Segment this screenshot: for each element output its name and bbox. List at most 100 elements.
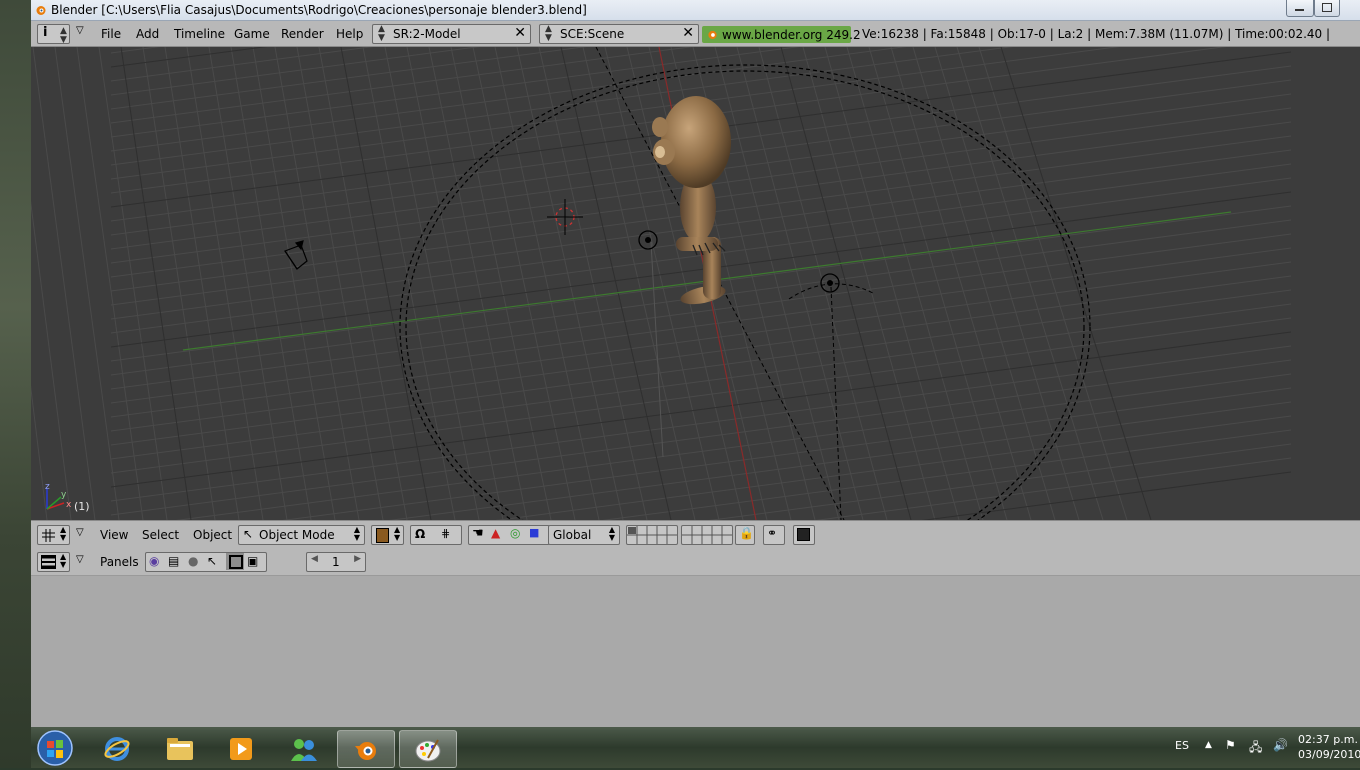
action-center-flag-icon[interactable]: ⚑ — [1225, 738, 1236, 752]
buttons-window-header: ▲ ▼ ▽ Panels ◉ ▤ ● ↖ ▣ ◀ 1 ▶ — [31, 548, 1360, 576]
object-context-icon[interactable]: ↖ — [207, 554, 217, 568]
translate-icon[interactable]: ▲ — [491, 526, 500, 540]
3d-view-header: ▲ ▼ ▽ View Select Object ↖ Object Mode ▲ ▼… — [31, 520, 1360, 549]
buttons-window[interactable] — [31, 576, 1360, 727]
screen-selector[interactable]: ▲ ▼ SR:2-Model ✕ — [372, 24, 531, 44]
updown-arrow-icon: ▲ ▼ — [378, 24, 385, 43]
menu-game[interactable]: Game — [234, 27, 270, 41]
internet-explorer-icon — [104, 737, 130, 761]
manipulator-group[interactable]: ☚ ▲ ◎ ■ — [468, 525, 550, 545]
lock-layer-button[interactable]: 🔒 — [735, 525, 755, 545]
menu-help[interactable]: Help — [336, 27, 363, 41]
taskbar-explorer[interactable] — [151, 730, 207, 766]
layers-icon — [627, 526, 677, 544]
link-scene-button[interactable]: ⚭ — [763, 525, 785, 545]
orientation-selector[interactable]: Global ▲ ▼ — [548, 525, 620, 545]
buttons-icon — [41, 555, 56, 569]
maximize-button[interactable] — [1314, 0, 1340, 17]
taskbar-media[interactable] — [213, 730, 269, 766]
close-scene-icon[interactable]: ✕ — [682, 25, 694, 41]
start-orb-icon[interactable] — [35, 729, 77, 767]
pivot-selector[interactable]: Ω ⋕ — [410, 525, 462, 545]
collapse-triangle-icon[interactable]: ▽ — [76, 25, 84, 36]
taskbar-ie[interactable] — [89, 730, 145, 766]
info-icon: i — [43, 25, 48, 40]
layer-buttons-2[interactable] — [681, 525, 733, 545]
menu-render[interactable]: Render — [281, 27, 324, 41]
language-indicator[interactable]: ES — [1175, 739, 1189, 752]
updown-arrow-icon: ▲ ▼ — [60, 525, 67, 542]
editor-type-selector[interactable]: i ▲ ▼ — [37, 24, 70, 45]
context-buttons[interactable]: ◉ ▤ ● ↖ ▣ — [145, 552, 267, 572]
hand-icon[interactable]: ☚ — [472, 526, 484, 541]
window-title: Blender [C:\Users\Flia Casajus\Documents… — [51, 3, 587, 17]
screen-name: SR:2-Model — [393, 27, 461, 41]
menu-view[interactable]: View — [100, 528, 128, 542]
blender-logo-icon — [355, 742, 376, 760]
menu-select[interactable]: Select — [142, 528, 179, 542]
script-icon[interactable]: ▤ — [168, 554, 179, 568]
menu-add[interactable]: Add — [136, 27, 159, 41]
editing-context-icon[interactable] — [226, 553, 244, 570]
network-icon[interactable]: 🖧 — [1249, 738, 1262, 759]
scene-stats: Ve:16238 | Fa:15848 | Ob:17-0 | La:2 | M… — [862, 27, 1331, 41]
render-image-icon — [797, 528, 810, 541]
snap-icon: ⋕ — [441, 527, 451, 540]
pivot-icon: Ω — [415, 527, 426, 541]
clock-time: 02:37 p.m. — [1298, 733, 1358, 746]
panels-label[interactable]: Panels — [100, 555, 139, 569]
blender-logo-icon — [708, 30, 717, 40]
rotate-icon[interactable]: ◎ — [510, 526, 520, 540]
editor-type-selector-3d[interactable]: ▲ ▼ — [37, 525, 70, 545]
blender-logo-icon — [36, 6, 46, 15]
updown-arrow-icon: ▲ ▼ — [545, 24, 552, 43]
editor-type-selector-buttons[interactable]: ▲ ▼ — [37, 552, 70, 572]
draw-type-selector[interactable]: ▲ ▼ — [371, 525, 404, 545]
media-player-icon — [230, 738, 252, 760]
lock-icon: 🔒 — [739, 526, 754, 540]
scene-name: SCE:Scene — [560, 27, 625, 41]
frame-number-field[interactable]: ◀ 1 ▶ — [306, 552, 366, 572]
decrement-arrow-icon[interactable]: ◀ — [311, 554, 318, 564]
menu-file[interactable]: File — [101, 27, 121, 41]
tray-expand-icon[interactable]: ▲ — [1205, 740, 1212, 750]
collapse-triangle-icon[interactable]: ▽ — [76, 527, 84, 538]
desktop-background-left — [0, 0, 31, 768]
taskbar-paint[interactable] — [399, 730, 457, 768]
updown-arrow-icon: ▲ ▼ — [394, 525, 401, 542]
scene-context-icon[interactable]: ▣ — [247, 554, 258, 568]
scene-selector[interactable]: ▲ ▼ SCE:Scene ✕ — [539, 24, 699, 44]
shading-context-icon[interactable]: ● — [188, 554, 198, 568]
grid-icon — [42, 529, 55, 542]
clock-date: 03/09/2010 — [1298, 748, 1360, 761]
axis-z-label: z — [45, 482, 50, 492]
close-screen-icon[interactable]: ✕ — [514, 25, 526, 41]
version-text: www.blender.org 249.2 — [722, 28, 861, 42]
folder-icon — [167, 738, 193, 760]
minimize-button[interactable] — [1286, 0, 1314, 17]
collapse-triangle-icon[interactable]: ▽ — [76, 554, 84, 565]
messenger-icon — [291, 739, 317, 761]
mode-label: Object Mode — [259, 528, 335, 542]
updown-arrow-icon: ▲ ▼ — [608, 525, 615, 542]
updown-arrow-icon: ▲ ▼ — [60, 552, 67, 569]
menu-timeline[interactable]: Timeline — [174, 27, 225, 41]
taskbar-messenger[interactable] — [275, 730, 331, 766]
increment-arrow-icon[interactable]: ▶ — [354, 554, 361, 564]
3d-viewport[interactable]: z x y (1) — [31, 47, 1360, 520]
axis-x-label: x — [66, 500, 72, 510]
volume-icon[interactable]: 🔊 — [1273, 738, 1288, 752]
taskbar: ES ▲ ⚑ 🖧 🔊 02:37 p.m. 03/09/2010 — [31, 727, 1360, 768]
render-preview-button[interactable] — [793, 525, 815, 545]
mode-selector[interactable]: ↖ Object Mode ▲ ▼ — [238, 525, 365, 545]
taskbar-blender[interactable] — [337, 730, 395, 768]
version-badge[interactable]: www.blender.org 249.2 — [702, 26, 861, 43]
logic-icon[interactable]: ◉ — [149, 554, 159, 568]
system-clock[interactable]: 02:37 p.m. 03/09/2010 — [1298, 732, 1360, 762]
window-titlebar[interactable]: Blender [C:\Users\Flia Casajus\Documents… — [31, 0, 1360, 21]
orientation-label: Global — [553, 528, 592, 542]
layer-buttons-1[interactable] — [626, 525, 678, 545]
viewport-scene[interactable]: z x y (1) — [31, 47, 1360, 520]
menu-object[interactable]: Object — [193, 528, 232, 542]
scale-icon[interactable]: ■ — [529, 526, 539, 539]
